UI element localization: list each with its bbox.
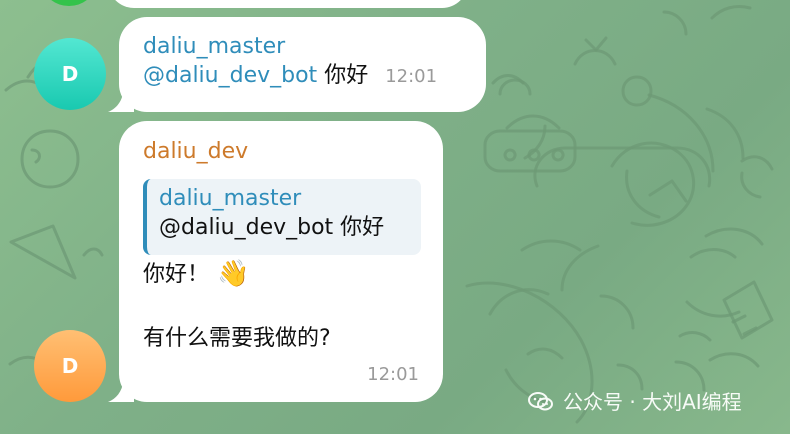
- message-rest-1: 你好: [324, 63, 369, 88]
- message-bubble-2[interactable]: daliu_dev daliu_master @daliu_dev_bot 你好…: [119, 121, 443, 402]
- avatar-daliu-master[interactable]: D: [34, 38, 106, 110]
- wechat-watermark: 公众号 · 大刘AI编程: [527, 388, 742, 416]
- reply-preview[interactable]: daliu_master @daliu_dev_bot 你好: [143, 179, 421, 255]
- message-time-2: 12:01: [367, 364, 419, 385]
- avatar-daliu-dev[interactable]: D: [34, 330, 106, 402]
- sender-name-1[interactable]: daliu_master: [143, 33, 486, 61]
- waving-hand-icon: 👋: [217, 259, 250, 289]
- message-bubble-1[interactable]: daliu_master @daliu_dev_bot 你好 12:01: [119, 17, 486, 112]
- message-line-1: 你好！ 👋: [143, 259, 249, 290]
- mention-link-1[interactable]: @daliu_dev_bot: [143, 63, 317, 88]
- reply-author: daliu_master: [159, 186, 302, 211]
- sender-name-2[interactable]: daliu_dev: [143, 138, 443, 166]
- reply-text: @daliu_dev_bot 你好: [159, 215, 385, 240]
- message-line-2: 有什么需要我做的?: [143, 326, 331, 351]
- watermark-text: 公众号 · 大刘AI编程: [563, 390, 742, 414]
- message-line-1-text: 你好！: [143, 262, 210, 287]
- partial-message-bubble: [108, 0, 468, 8]
- message-text-1: @daliu_dev_bot 你好 12:01: [143, 61, 486, 92]
- wechat-icon: [528, 392, 553, 411]
- message-time-1: 12:01: [385, 66, 438, 87]
